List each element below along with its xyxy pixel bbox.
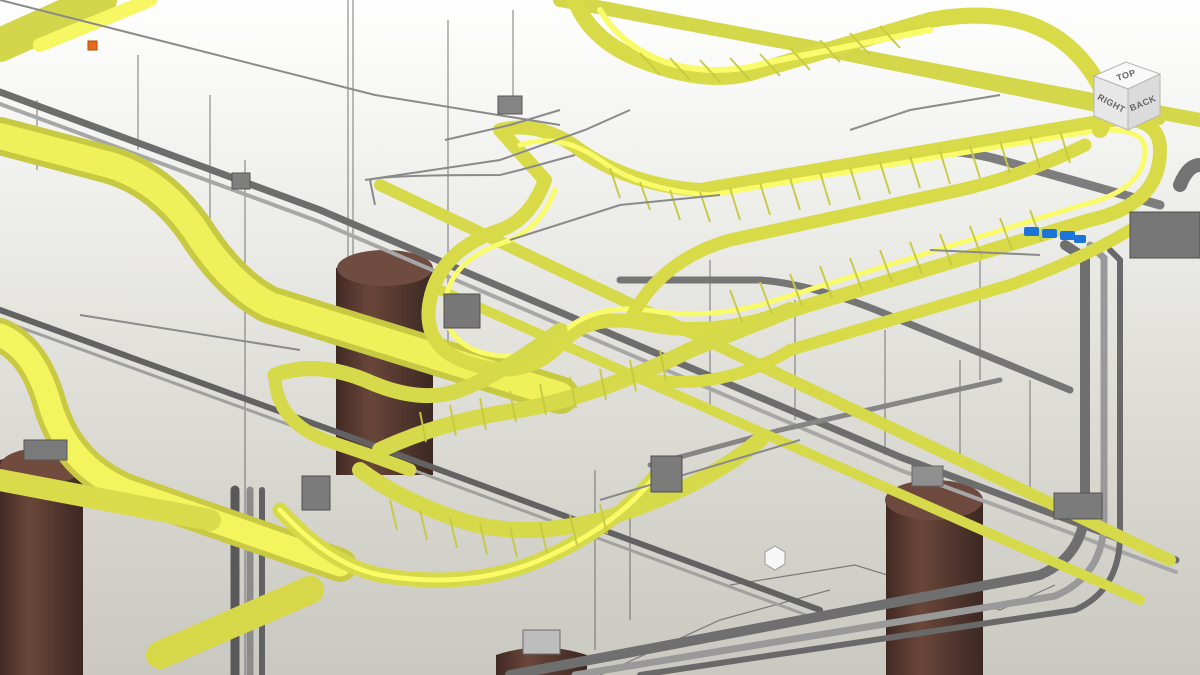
element-tag-cube — [764, 545, 786, 571]
cable-tray-network — [0, 0, 1200, 669]
revit-3d-viewport[interactable]: TOP RIGHT BACK — [0, 0, 1200, 675]
mep-model-scene[interactable] — [0, 0, 1200, 675]
selection-marker-icon — [87, 40, 98, 51]
viewcube-icon[interactable]: TOP RIGHT BACK — [1088, 58, 1166, 132]
